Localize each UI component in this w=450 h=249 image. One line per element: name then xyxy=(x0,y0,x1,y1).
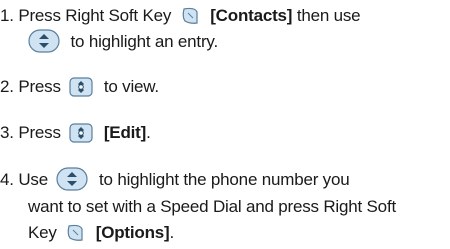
step-1-line-1: 1. Press Right Soft Key [Contacts] then … xyxy=(0,4,361,28)
right-soft-key-icon xyxy=(65,223,85,243)
edit-label: [Edit] xyxy=(103,123,147,142)
step-4-text-post: to highlight the phone number you xyxy=(99,170,350,189)
up-down-navigation-key-icon xyxy=(28,28,60,53)
step-3-text-pre: Press xyxy=(18,123,61,142)
options-label: [Options] xyxy=(95,223,170,242)
step-1-line-2: to highlight an entry. xyxy=(28,28,219,55)
instruction-document: 1. Press Right Soft Key [Contacts] then … xyxy=(0,0,450,249)
step-4-text-pre: Use xyxy=(18,170,48,189)
step-4-line-1: 4. Use to highlight the phone number you xyxy=(0,166,350,193)
step-4-line-2-text: want to set with a Speed Dial and press … xyxy=(28,197,396,216)
step-1-line-2-text: to highlight an entry. xyxy=(70,32,219,51)
contacts-label: [Contacts] xyxy=(210,6,293,25)
step-4-line-3-pre: Key xyxy=(28,223,57,242)
step-4-line-3-post: . xyxy=(169,223,175,242)
step-2-text-post: to view. xyxy=(103,77,159,96)
step-1-text-post: then use xyxy=(296,6,361,25)
step-1-text-pre: Press Right Soft Key xyxy=(18,6,172,25)
step-3-line: 3. Press [Edit]. xyxy=(0,121,151,145)
step-1-number: 1. xyxy=(0,6,14,25)
step-4-number: 4. xyxy=(0,170,14,189)
step-2-number: 2. xyxy=(0,77,14,96)
step-3-number: 3. xyxy=(0,123,14,142)
ok-center-key-icon xyxy=(69,76,93,97)
ok-center-key-icon xyxy=(69,122,93,143)
step-4-line-3: Key [Options]. xyxy=(28,221,174,245)
step-2-line: 2. Press to view. xyxy=(0,75,159,99)
step-4-line-2: want to set with a Speed Dial and press … xyxy=(28,195,396,219)
right-soft-key-icon xyxy=(180,6,200,26)
up-down-navigation-key-icon xyxy=(56,166,89,191)
step-3-text-post: . xyxy=(146,123,151,142)
step-2-text-pre: Press xyxy=(18,77,61,96)
